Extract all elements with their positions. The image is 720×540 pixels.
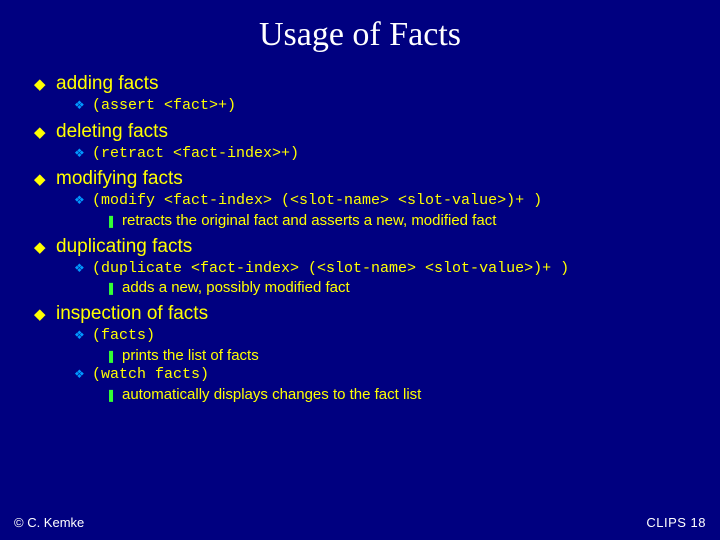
code-text: (modify <fact-index> (<slot-name> <slot-… [92,192,542,211]
sub-bullet: ❖ (watch facts) [74,366,700,385]
diamond-icon: ◆ [34,240,56,255]
heading-text: adding facts [56,74,158,95]
diamond-outline-icon: ❖ [74,262,92,274]
heading-text: deleting facts [56,122,168,143]
diamond-icon: ◆ [34,125,56,140]
slide: Usage of Facts ◆ adding facts ❖ (assert … [0,0,720,540]
note-text: adds a new, possibly modified fact [122,279,350,298]
code-text: (assert <fact>+) [92,97,236,116]
diamond-outline-icon: ❖ [74,99,92,111]
sub-sub-bullet: ❚ automatically displays changes to the … [106,386,700,405]
heading-text: modifying facts [56,169,183,190]
heading-text: inspection of facts [56,304,208,325]
footer-page-number: CLIPS 18 [646,515,706,530]
slide-title: Usage of Facts [0,0,720,68]
bullet-inspection-of-facts: ◆ inspection of facts [34,304,700,325]
bar-icon: ❚ [106,389,122,401]
code-text: (facts) [92,327,155,346]
note-text: automatically displays changes to the fa… [122,386,421,405]
sub-bullet: ❖ (duplicate <fact-index> (<slot-name> <… [74,260,700,279]
diamond-outline-icon: ❖ [74,147,92,159]
bullet-duplicating-facts: ◆ duplicating facts [34,237,700,258]
diamond-icon: ◆ [34,307,56,322]
note-text: prints the list of facts [122,347,259,366]
sub-bullet: ❖ (assert <fact>+) [74,97,700,116]
bar-icon: ❚ [106,215,122,227]
code-text: (duplicate <fact-index> (<slot-name> <sl… [92,260,569,279]
footer-copyright: © C. Kemke [14,515,84,530]
sub-sub-bullet: ❚ retracts the original fact and asserts… [106,212,700,231]
bar-icon: ❚ [106,282,122,294]
bullet-deleting-facts: ◆ deleting facts [34,122,700,143]
note-text: retracts the original fact and asserts a… [122,212,496,231]
bullet-adding-facts: ◆ adding facts [34,74,700,95]
sub-bullet: ❖ (retract <fact-index>+) [74,145,700,164]
diamond-outline-icon: ❖ [74,194,92,206]
diamond-outline-icon: ❖ [74,368,92,380]
slide-content: ◆ adding facts ❖ (assert <fact>+) ◆ dele… [0,74,720,405]
bar-icon: ❚ [106,350,122,362]
sub-bullet: ❖ (facts) [74,327,700,346]
sub-sub-bullet: ❚ prints the list of facts [106,347,700,366]
sub-sub-bullet: ❚ adds a new, possibly modified fact [106,279,700,298]
diamond-outline-icon: ❖ [74,329,92,341]
diamond-icon: ◆ [34,172,56,187]
sub-bullet: ❖ (modify <fact-index> (<slot-name> <slo… [74,192,700,211]
code-text: (watch facts) [92,366,209,385]
heading-text: duplicating facts [56,237,192,258]
diamond-icon: ◆ [34,77,56,92]
bullet-modifying-facts: ◆ modifying facts [34,169,700,190]
code-text: (retract <fact-index>+) [92,145,299,164]
